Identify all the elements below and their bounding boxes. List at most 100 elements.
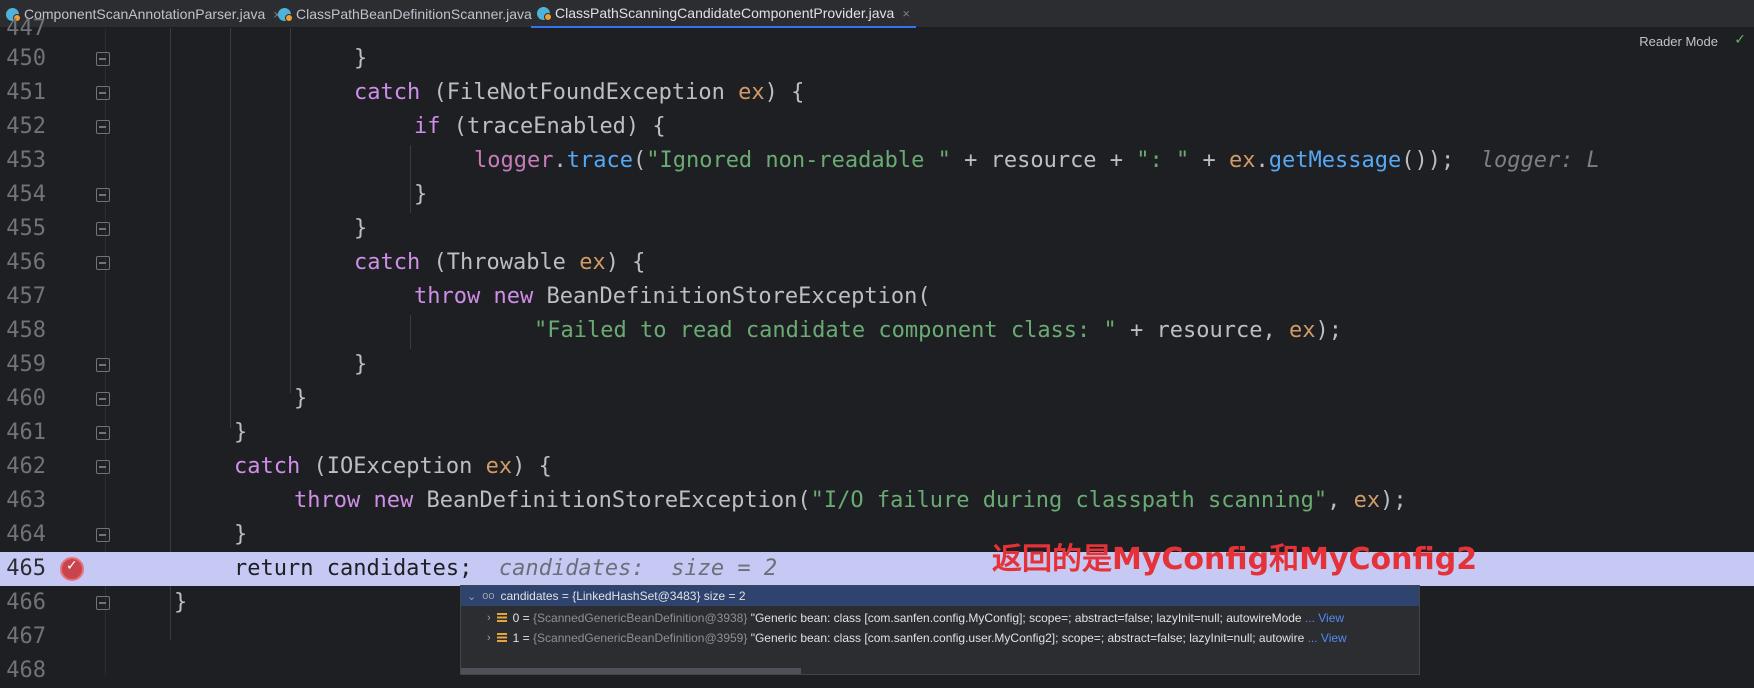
code-line[interactable]: 459 } [0,348,1754,382]
debug-value-popup[interactable]: ⌄ oo candidates = {LinkedHashSet@3483} s… [460,585,1420,675]
fold-end-icon[interactable] [96,188,110,202]
code-segment: BeanDefinitionStoreException( [413,488,811,513]
fold-start-icon[interactable] [96,86,110,100]
code-line[interactable]: 452 if (traceEnabled) { [0,110,1754,144]
line-number[interactable]: 456 [0,246,46,280]
item-ref: {ScannedGenericBeanDefinition@3959} [533,631,748,645]
fold-end-icon[interactable] [96,52,110,66]
item-ref: {ScannedGenericBeanDefinition@3938} [533,611,748,625]
line-number[interactable]: 458 [0,314,46,348]
code-segment: ); [1315,318,1342,343]
line-number[interactable]: 450 [0,42,46,76]
code-segment: ( [632,148,647,173]
string-literal: "I/O failure during classpath scanning" [810,488,1328,513]
code-text[interactable]: throw new BeanDefinitionStoreException( [414,280,931,314]
field: logger [474,148,554,173]
code-text[interactable]: } [174,586,187,620]
code-line[interactable]: 450 } [0,42,1754,76]
code-segment: ) { [512,454,552,479]
code-text[interactable]: } [354,348,367,382]
code-text[interactable]: catch (Throwable ex) { [354,246,645,280]
code-text[interactable]: logger.trace("Ignored non-readable " + r… [474,144,1600,178]
fold-end-icon[interactable] [96,222,110,236]
keyword: new [493,284,534,309]
line-number[interactable]: 462 [0,450,46,484]
code-line[interactable]: 460 } [0,382,1754,416]
code-text[interactable]: } [354,42,367,76]
code-line[interactable]: 464 } [0,518,1754,552]
code-segment: (Throwable [420,250,580,275]
line-number[interactable]: 466 [0,586,46,620]
code-line[interactable]: 457 throw new BeanDefinitionStoreExcepti… [0,280,1754,314]
code-text[interactable]: } [234,416,247,450]
fold-start-icon[interactable] [96,460,110,474]
code-text[interactable]: throw new BeanDefinitionStoreException("… [294,484,1407,518]
code-segment: (IOException [300,454,486,479]
line-number[interactable]: 452 [0,110,46,144]
code-text[interactable]: catch (FileNotFoundException ex) { [354,76,804,110]
code-segment: . [1255,148,1269,173]
code-text[interactable]: catch (IOException ex) { [234,450,552,484]
line-number[interactable]: 454 [0,178,46,212]
line-number[interactable]: 453 [0,144,46,178]
fold-start-icon[interactable] [96,120,110,134]
line-number[interactable]: 459 [0,348,46,382]
code-line[interactable]: 447 [0,12,1754,46]
line-number[interactable]: 463 [0,484,46,518]
code-text[interactable]: return candidates; candidates: size = 2 [234,552,777,586]
code-segment: BeanDefinitionStoreException( [533,284,931,309]
code-line[interactable]: 453 logger.trace("Ignored non-readable "… [0,144,1754,178]
line-number[interactable]: 447 [0,12,46,46]
fold-end-icon[interactable] [96,596,110,610]
line-number[interactable]: 457 [0,280,46,314]
fold-end-icon[interactable] [96,392,110,406]
popup-item-row[interactable]: › 0 = {ScannedGenericBeanDefinition@3938… [461,608,1419,628]
current-execution-line[interactable]: 465 return candidates; candidates: size … [0,552,1754,586]
chevron-right-icon[interactable]: › [487,632,491,644]
line-number[interactable]: 455 [0,212,46,246]
line-number[interactable]: 464 [0,518,46,552]
string-literal: "Failed to read candidate component clas… [534,318,1117,343]
code-text[interactable]: } [294,382,307,416]
code-text[interactable]: } [354,212,367,246]
popup-header-row[interactable]: ⌄ oo candidates = {LinkedHashSet@3483} s… [461,586,1419,606]
fold-end-icon[interactable] [96,528,110,542]
code-line[interactable]: 454 } [0,178,1754,212]
code-line[interactable]: 462 catch (IOException ex) { [0,450,1754,484]
code-text[interactable]: if (traceEnabled) { [414,110,666,144]
breakpoint-icon[interactable] [60,557,84,581]
fold-end-icon[interactable] [96,358,110,372]
code-line[interactable]: 455 } [0,212,1754,246]
line-number[interactable]: 465 [0,552,46,586]
annotation-text: 返回的是MyConfig和MyConfig2 [992,542,1478,577]
line-number[interactable]: 461 [0,416,46,450]
line-number[interactable]: 467 [0,620,46,654]
code-line[interactable]: 458 "Failed to read candidate component … [0,314,1754,348]
fold-start-icon[interactable] [96,256,110,270]
popup-item-row[interactable]: › 1 = {ScannedGenericBeanDefinition@3959… [461,628,1419,648]
chevron-right-icon[interactable]: › [487,612,491,624]
code-text[interactable]: } [234,518,247,552]
line-number[interactable]: 451 [0,76,46,110]
code-text[interactable]: } [414,178,427,212]
code-line[interactable]: 461 } [0,416,1754,450]
fold-end-icon[interactable] [96,426,110,440]
code-line[interactable]: 456 catch (Throwable ex) { [0,246,1754,280]
view-link[interactable]: ... View [1305,611,1344,625]
view-link[interactable]: ... View [1308,631,1347,645]
inline-debug-value: candidates: size = 2 [498,556,778,581]
field-icon [496,613,507,623]
parameter: ex [1288,318,1316,343]
code-segment: ()); [1401,148,1455,173]
code-segment: ) { [764,80,805,105]
code-line[interactable]: 463 throw new BeanDefinitionStoreExcepti… [0,484,1754,518]
line-number[interactable]: 468 [0,654,46,688]
code-line[interactable]: 451 catch (FileNotFoundException ex) { [0,76,1754,110]
code-segment: ); [1380,488,1407,513]
code-text[interactable]: "Failed to read candidate component clas… [534,314,1342,348]
line-number[interactable]: 460 [0,382,46,416]
item-index: 1 = [512,631,534,645]
code-segment: (traceEnabled) { [440,114,666,139]
horizontal-scrollbar[interactable] [461,668,801,674]
chevron-down-icon[interactable]: ⌄ [467,590,476,603]
